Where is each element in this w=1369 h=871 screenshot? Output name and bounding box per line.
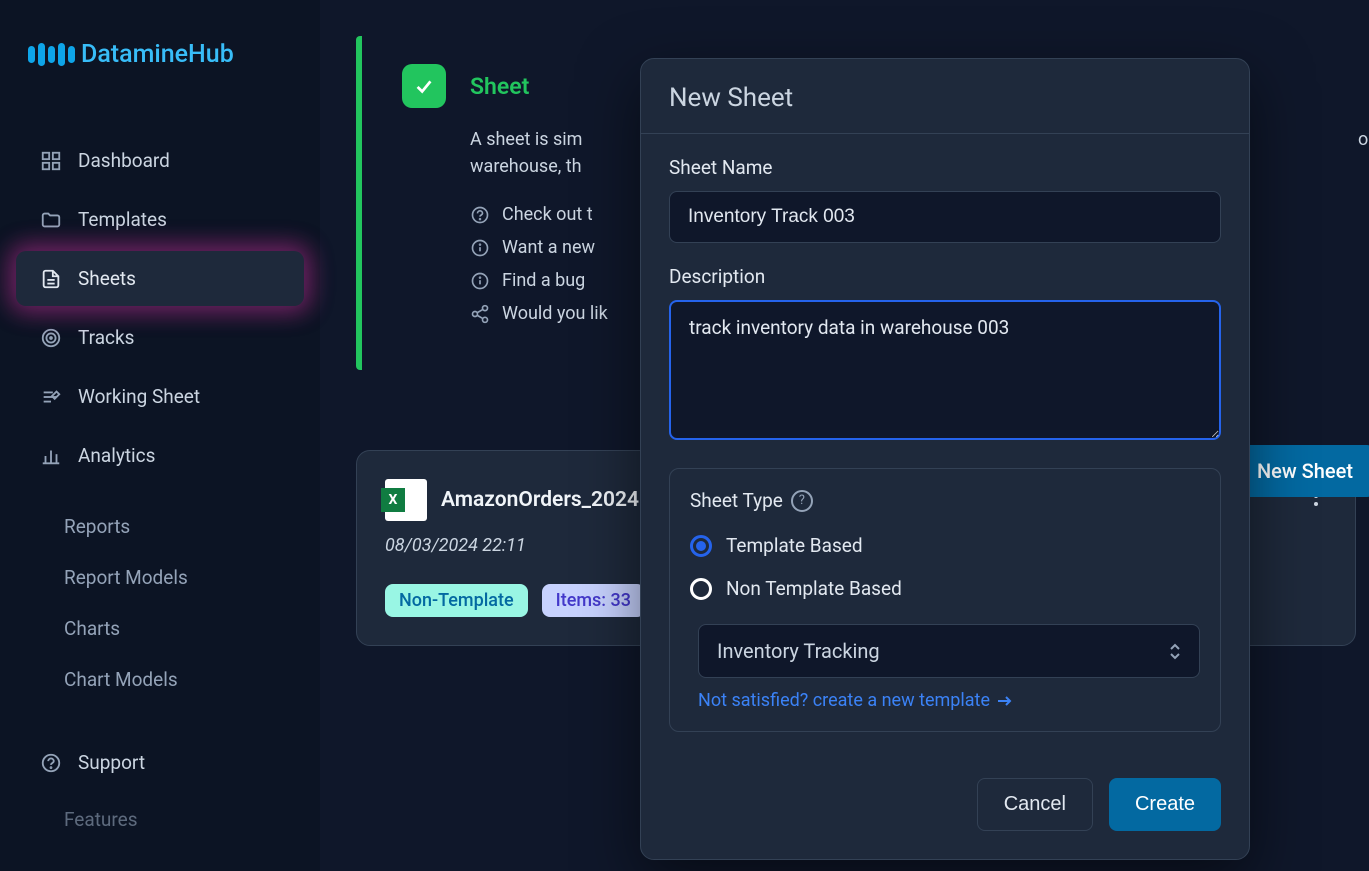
arrow-right-icon xyxy=(996,694,1014,708)
sidebar-item-analytics[interactable]: Analytics xyxy=(16,428,304,483)
info-title: Sheet xyxy=(470,73,529,100)
radio-template-based[interactable]: Template Based xyxy=(690,524,1200,567)
help-icon[interactable]: ? xyxy=(791,490,813,512)
sheet-type-label: Sheet Type ? xyxy=(690,489,1200,512)
sidebar-item-label: Analytics xyxy=(78,444,155,467)
cancel-button[interactable]: Cancel xyxy=(977,778,1093,831)
file-icon xyxy=(40,268,62,290)
sidebar: DatamineHub Dashboard Templates Sheets T… xyxy=(0,0,320,871)
modal-title: New Sheet xyxy=(641,59,1249,134)
template-select[interactable]: Inventory Tracking xyxy=(698,624,1200,678)
sidebar-item-templates[interactable]: Templates xyxy=(16,192,304,247)
sidebar-item-label: Dashboard xyxy=(78,149,170,172)
sidebar-item-label: Tracks xyxy=(78,326,134,349)
description-label: Description xyxy=(669,265,1221,288)
create-button[interactable]: Create xyxy=(1109,778,1221,831)
sidebar-sub-reports[interactable]: Reports xyxy=(0,501,320,552)
sidebar-item-sheets[interactable]: Sheets xyxy=(16,251,304,306)
sidebar-item-working-sheet[interactable]: Working Sheet xyxy=(16,369,304,424)
chart-icon xyxy=(40,445,62,467)
share-icon xyxy=(470,304,490,324)
sidebar-item-label: Support xyxy=(78,751,145,774)
info-circle-icon xyxy=(470,271,490,291)
radio-icon xyxy=(690,535,712,557)
sheet-name-input[interactable] xyxy=(669,191,1221,243)
radio-non-template-based[interactable]: Non Template Based xyxy=(690,567,1200,610)
new-sheet-button[interactable]: New Sheet xyxy=(1237,445,1369,497)
logo[interactable]: DatamineHub xyxy=(0,20,320,129)
help-circle-icon xyxy=(470,205,490,225)
sidebar-item-label: Working Sheet xyxy=(78,385,200,408)
sidebar-sub-report-models[interactable]: Report Models xyxy=(0,552,320,603)
radio-icon xyxy=(690,578,712,600)
dashboard-icon xyxy=(40,150,62,172)
sheet-name: AmazonOrders_20240 xyxy=(441,488,651,512)
sheet-type-box: Sheet Type ? Template Based Non Template… xyxy=(669,468,1221,732)
badge-items: Items: 33 xyxy=(542,584,645,617)
brand-name: DatamineHub xyxy=(81,40,234,69)
sidebar-item-dashboard[interactable]: Dashboard xyxy=(16,133,304,188)
logo-icon xyxy=(28,43,75,66)
check-icon xyxy=(402,64,446,108)
sidebar-sub-charts[interactable]: Charts xyxy=(0,603,320,654)
excel-icon: X xyxy=(385,479,427,521)
sidebar-sub-features[interactable]: Features xyxy=(0,794,320,845)
sidebar-item-tracks[interactable]: Tracks xyxy=(16,310,304,365)
create-template-link[interactable]: Not satisfied? create a new template xyxy=(698,690,1014,711)
new-sheet-modal: New Sheet Sheet Name Description Sheet T… xyxy=(640,58,1250,860)
sidebar-sub-chart-models[interactable]: Chart Models xyxy=(0,654,320,705)
description-input[interactable] xyxy=(669,300,1221,440)
select-chevron-icon xyxy=(1169,643,1181,660)
edit-icon xyxy=(40,386,62,408)
sheet-name-label: Sheet Name xyxy=(669,156,1221,179)
help-icon xyxy=(40,752,62,774)
folder-icon xyxy=(40,209,62,231)
target-icon xyxy=(40,327,62,349)
sidebar-item-label: Sheets xyxy=(78,267,136,290)
sidebar-item-support[interactable]: Support xyxy=(16,735,304,790)
info-circle-icon xyxy=(470,238,490,258)
sidebar-item-label: Templates xyxy=(78,208,167,231)
badge-non-template: Non-Template xyxy=(385,584,528,617)
